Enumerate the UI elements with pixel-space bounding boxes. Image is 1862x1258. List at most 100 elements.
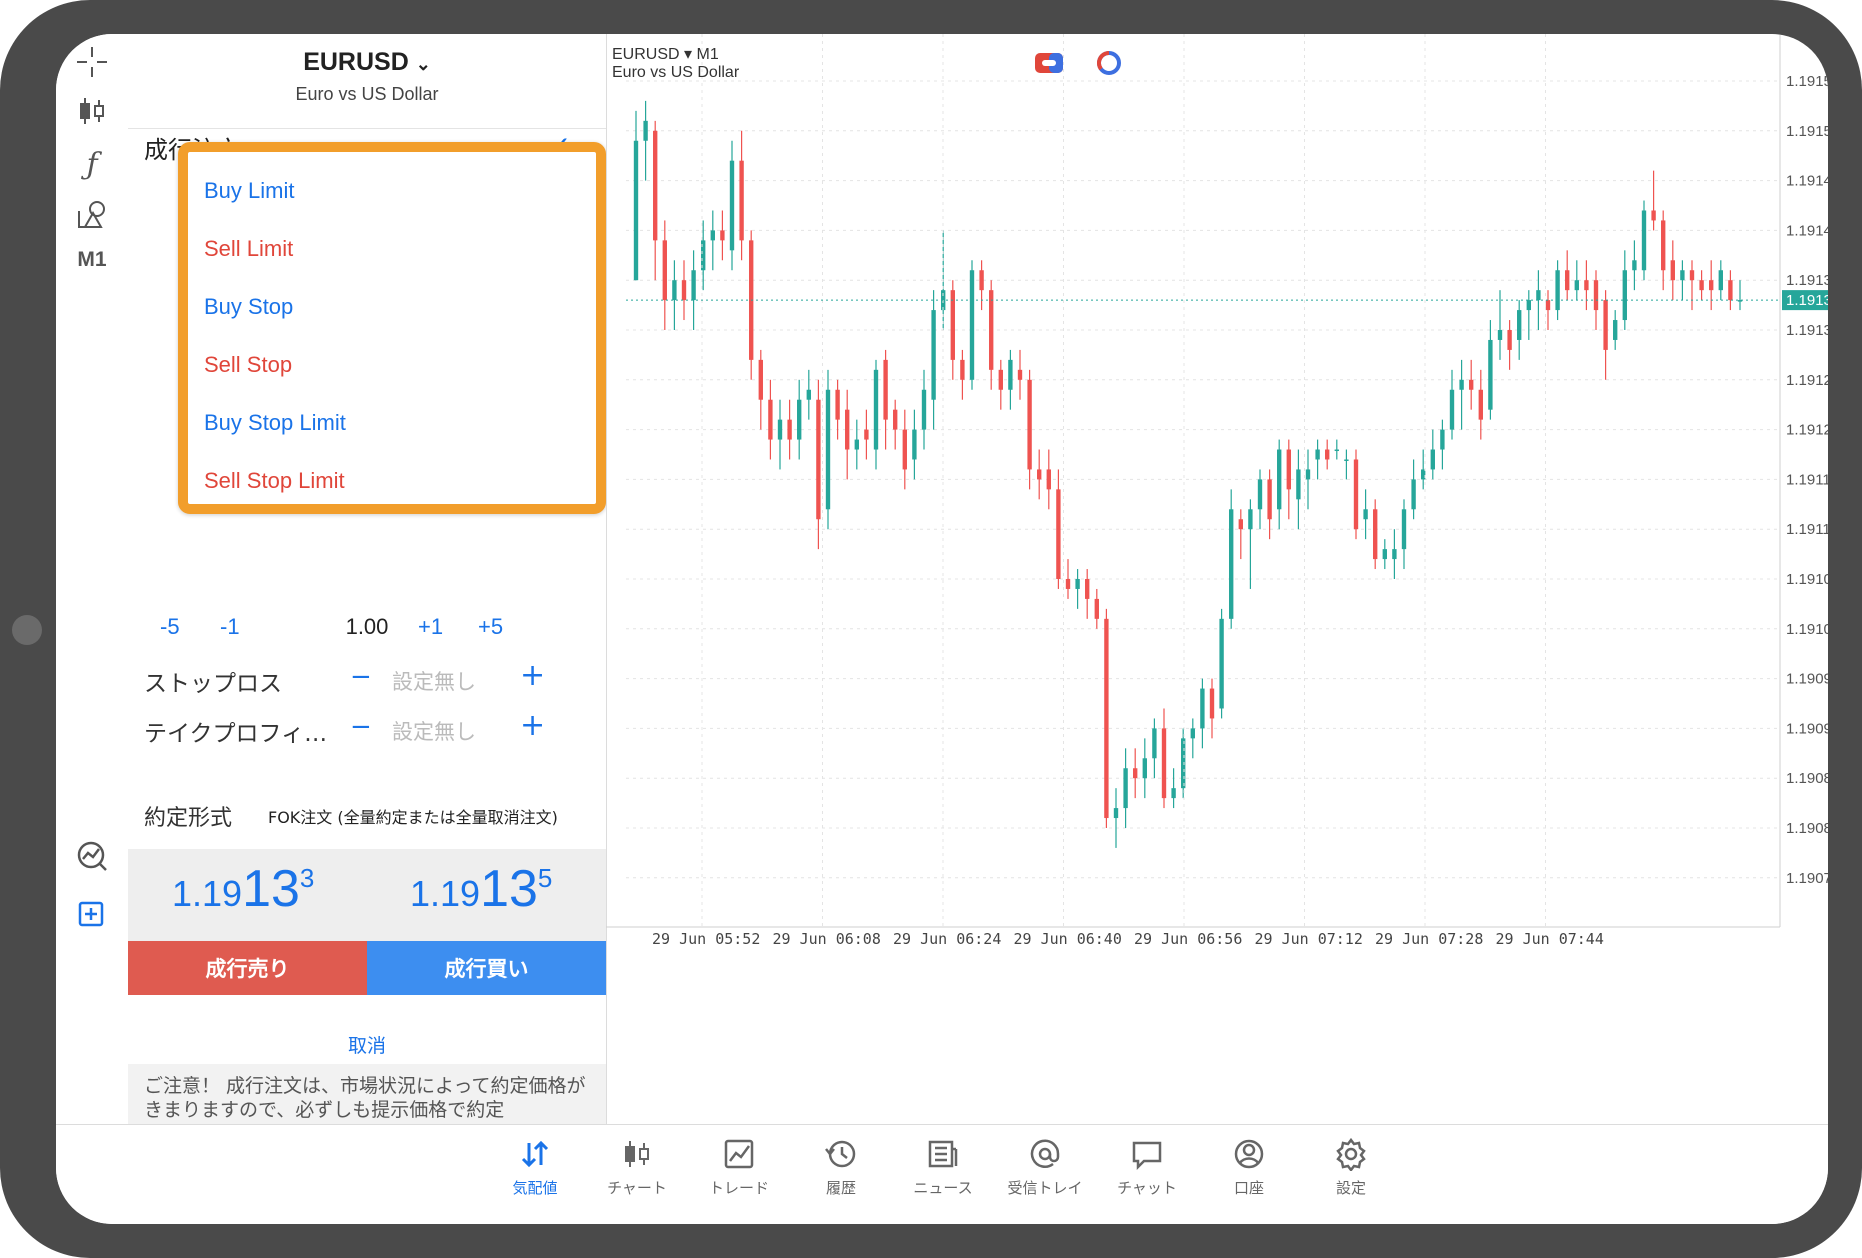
volume-value[interactable]: 1.00 (128, 614, 606, 640)
candle-body (1305, 469, 1311, 480)
y-tick-label: 1.19125 (1786, 372, 1828, 389)
candle-body (1545, 300, 1551, 311)
y-tick-label: 1.19080 (1786, 820, 1828, 837)
nav-trade[interactable]: トレード (694, 1137, 784, 1198)
menu-item-sell-stop[interactable]: Sell Stop (204, 352, 292, 378)
bid-small: 3 (299, 863, 315, 893)
price-chart[interactable]: 1.19155 1.19150 1.19145 1.19140 1.19135 1.191… (606, 34, 1828, 1124)
chevron-down-icon: ⌄ (415, 54, 431, 74)
take-profit-label: テイクプロフィ… (144, 721, 328, 747)
indicator-f-icon[interactable]: ƒ (70, 142, 114, 186)
menu-item-buy-stop-limit[interactable]: Buy Stop Limit (204, 410, 346, 436)
candle-body (1689, 270, 1695, 281)
account-icon (1234, 1139, 1264, 1169)
volume-plus1-button[interactable]: +1 (418, 614, 443, 640)
stop-loss-label: ストップロス (144, 671, 282, 697)
candle-body (1469, 379, 1474, 390)
candle-body (1229, 509, 1234, 619)
nav-inbox[interactable]: 受信トレイ (1000, 1137, 1090, 1198)
candle-body (1622, 270, 1627, 321)
take-profit-plus-button[interactable]: + (520, 708, 545, 743)
symbol-name: EURUSD (303, 48, 409, 76)
x-tick-label: 29 Jun 07:12 (1255, 930, 1363, 948)
stop-loss-plus-button[interactable]: + (520, 658, 545, 693)
candle-body (1238, 519, 1243, 530)
trade-chart-icon (724, 1139, 754, 1169)
candle-body (1181, 738, 1186, 789)
nav-label: トレード (708, 1179, 769, 1197)
take-profit-minus-button[interactable]: − (350, 712, 372, 742)
candle-body (1574, 280, 1579, 291)
trade-signal-icon[interactable] (70, 834, 114, 878)
candle-body (979, 270, 984, 291)
objects-shapes-icon[interactable] (70, 192, 114, 236)
candle-body (1113, 808, 1119, 819)
crosshair-icon[interactable] (70, 40, 114, 84)
x-tick-label: 29 Jun 06:24 (893, 930, 1001, 948)
y-tick-label: 1.19150 (1786, 123, 1828, 140)
candle-body (768, 399, 773, 440)
nav-quotes[interactable]: 気配値 (490, 1137, 580, 1198)
menu-item-buy-stop[interactable]: Buy Stop (204, 294, 293, 320)
candle-body (1161, 728, 1167, 799)
candle-body (1392, 549, 1397, 560)
nav-news[interactable]: ニュース (898, 1137, 988, 1198)
depth-of-market-icon[interactable] (1096, 50, 1122, 76)
stop-loss-minus-button[interactable]: − (350, 662, 372, 692)
candles-type-icon[interactable] (70, 89, 114, 133)
symbol-selector[interactable]: EURUSD ⌄ (128, 48, 606, 77)
nav-chat[interactable]: チャット (1102, 1137, 1192, 1198)
menu-item-sell-limit[interactable]: Sell Limit (204, 236, 293, 262)
menu-item-sell-stop-limit[interactable]: Sell Stop Limit (204, 468, 345, 494)
news-icon (928, 1140, 958, 1168)
candle-body (1382, 549, 1387, 560)
candle-body (1449, 389, 1455, 430)
chart-symbol-timeframe[interactable]: EURUSD ▾ M1 (612, 44, 719, 64)
candle-body (1440, 429, 1445, 450)
nav-chart[interactable]: チャート (592, 1137, 682, 1198)
fill-mode-value[interactable]: FOK注文 (全量約定または全量取消注文) (268, 804, 558, 828)
candle-body (691, 270, 696, 301)
candle-body (1190, 728, 1195, 739)
ask-small: 5 (537, 863, 553, 893)
candle-body (931, 310, 936, 400)
candle-body (729, 160, 735, 251)
take-profit-value[interactable]: 設定無し (374, 716, 494, 746)
new-order-icon[interactable] (70, 892, 114, 936)
volume-plus5-button[interactable]: +5 (478, 614, 503, 640)
price-display: 1.19133 1.19135 (128, 849, 606, 941)
candle-body (1497, 330, 1503, 340)
candle-body (1603, 300, 1608, 350)
stop-loss-value[interactable]: 設定無し (374, 666, 494, 696)
menu-item-buy-limit[interactable]: Buy Limit (204, 178, 294, 204)
candle-body (643, 120, 648, 141)
candle-body (1257, 479, 1263, 510)
candle-body (1017, 369, 1023, 380)
candle-body (1526, 300, 1531, 311)
candle-body (1517, 310, 1522, 340)
tablet-bezel: ƒ M1 EURUSD ⌄ Euro vs US Dollar 成行注文 ✓ -… (0, 0, 1862, 1258)
candle-body (1248, 509, 1253, 530)
candle-body (1085, 579, 1090, 599)
candle-body (912, 429, 917, 460)
y-tick-label: 1.19140 (1786, 222, 1828, 239)
market-sell-button[interactable]: 成行売り (128, 941, 367, 995)
candle-body (864, 429, 869, 440)
candle-body (902, 429, 907, 470)
one-click-trading-icon[interactable] (1034, 52, 1064, 74)
notice-box: ご注意！ 成行注文は、市場状況によって約定価格がきまりますので、必ずしも提示価格… (128, 1064, 606, 1124)
home-button[interactable] (12, 615, 42, 645)
candle-body (1008, 359, 1013, 390)
candle-body (1373, 509, 1378, 560)
candle-body (1459, 379, 1464, 390)
nav-history[interactable]: 履歴 (796, 1137, 886, 1198)
candle-body (1123, 768, 1128, 809)
candle-body (1507, 330, 1512, 350)
timeframe-button[interactable]: M1 (70, 238, 114, 282)
chart-canvas[interactable]: 1.19155 1.19150 1.19145 1.19140 1.19135 1.191… (606, 34, 1828, 1124)
nav-account[interactable]: 口座 (1204, 1137, 1294, 1198)
cancel-button[interactable]: 取消 (128, 1031, 606, 1058)
market-buy-button[interactable]: 成行買い (367, 941, 606, 995)
nav-settings[interactable]: 設定 (1306, 1137, 1396, 1198)
nav-label: 設定 (1335, 1179, 1366, 1197)
